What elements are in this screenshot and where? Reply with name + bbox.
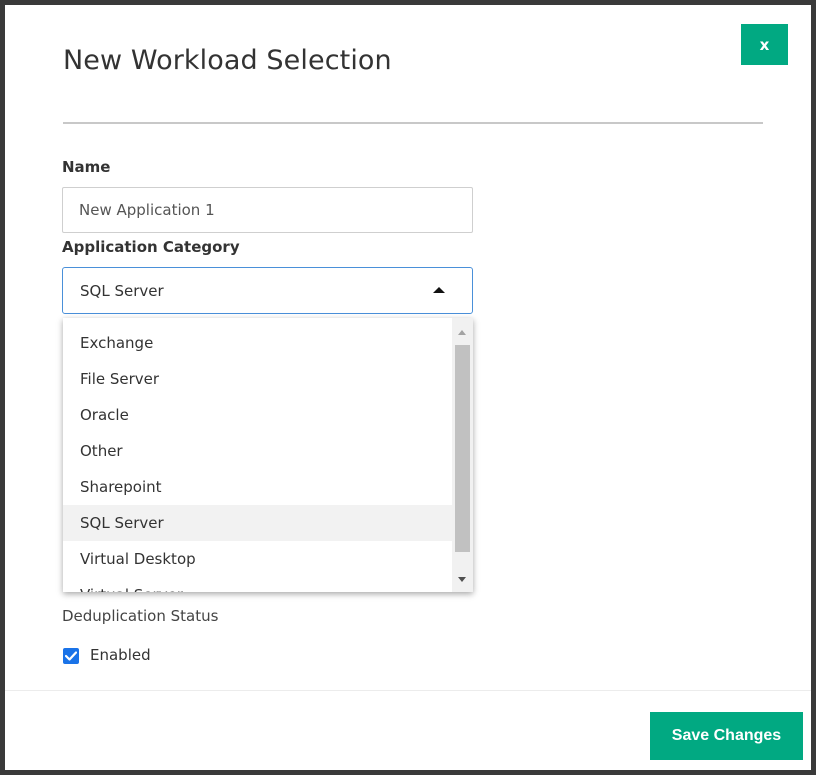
option-virtual-server[interactable]: Virtual Server: [63, 577, 452, 592]
dialog-title: New Workload Selection: [63, 45, 392, 76]
option-oracle[interactable]: Oracle: [63, 397, 452, 433]
title-divider: [63, 122, 763, 124]
footer-divider: [5, 690, 811, 691]
name-input[interactable]: [62, 187, 473, 233]
save-changes-button[interactable]: Save Changes: [650, 712, 803, 760]
workload-dialog: x New Workload Selection Name Applicatio…: [5, 5, 811, 770]
option-virtual-desktop[interactable]: Virtual Desktop: [63, 541, 452, 577]
scroll-down-arrow-icon[interactable]: [458, 577, 466, 582]
option-sql-server[interactable]: SQL Server: [63, 505, 452, 541]
option-sharepoint[interactable]: Sharepoint: [63, 469, 452, 505]
caret-up-icon: [433, 287, 445, 293]
category-dropdown: Exchange File Server Oracle Other Sharep…: [63, 318, 473, 592]
enabled-checkbox[interactable]: [63, 648, 79, 664]
category-select[interactable]: SQL Server: [62, 267, 473, 314]
dropdown-scrollbar[interactable]: [452, 318, 473, 592]
option-exchange[interactable]: Exchange: [63, 325, 452, 361]
name-label: Name: [62, 158, 111, 176]
scroll-up-arrow-icon[interactable]: [458, 330, 466, 335]
dedup-status-label: Deduplication Status: [62, 607, 219, 625]
category-options-list: Exchange File Server Oracle Other Sharep…: [63, 318, 452, 592]
option-file-server[interactable]: File Server: [63, 361, 452, 397]
category-selected-value: SQL Server: [80, 282, 164, 300]
checkmark-icon: [65, 651, 77, 661]
close-button[interactable]: x: [741, 24, 788, 65]
category-label: Application Category: [62, 238, 240, 256]
enabled-label[interactable]: Enabled: [90, 646, 151, 664]
option-other[interactable]: Other: [63, 433, 452, 469]
scroll-thumb[interactable]: [455, 345, 470, 552]
